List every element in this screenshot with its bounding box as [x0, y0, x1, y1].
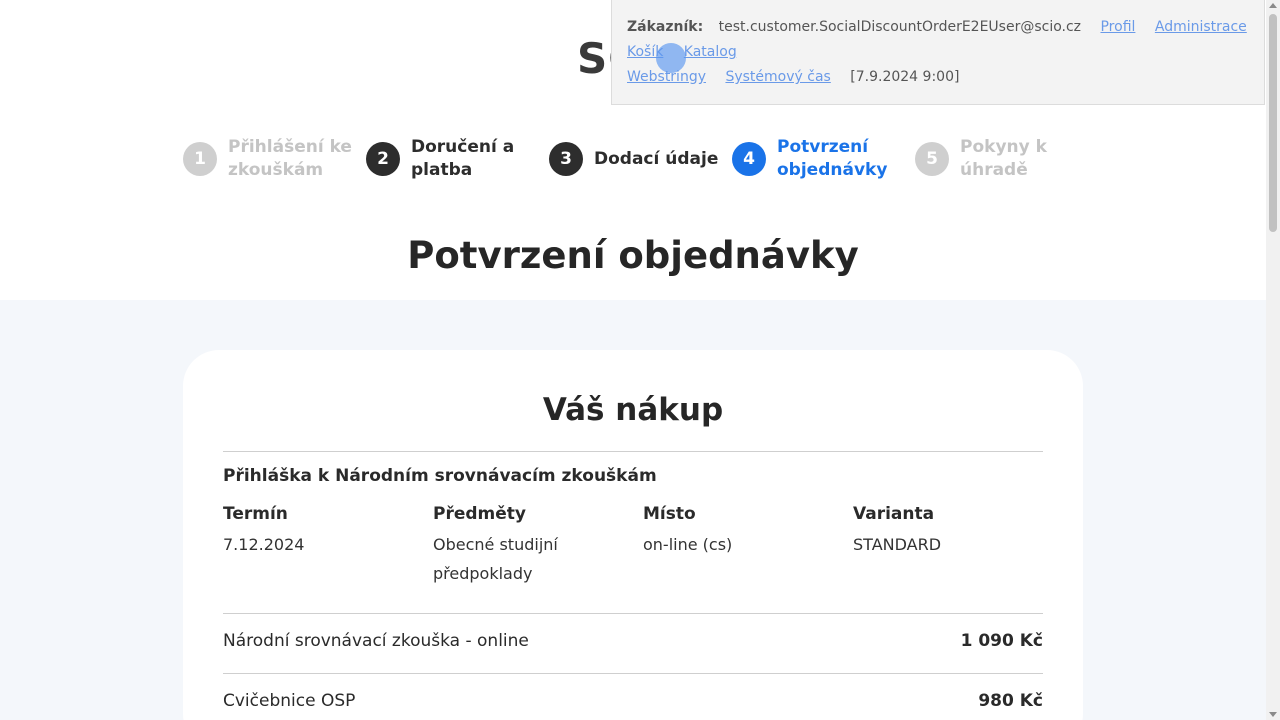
- column-header: Termín: [223, 504, 288, 524]
- line-item-price: 1 090 Kč: [960, 631, 1043, 651]
- step-3-label: Dodací údaje: [594, 148, 719, 169]
- column-header: Předměty: [433, 504, 526, 524]
- column-value: Obecné studijní předpoklady: [433, 535, 558, 583]
- system-time: [7.9.2024 9:00]: [850, 69, 960, 85]
- section-title: Přihláška k Národním srovnávacím zkoušká…: [223, 466, 657, 486]
- page-title: Potvrzení objednávky: [407, 234, 859, 277]
- column-value: 7.12.2024: [223, 535, 305, 554]
- line-item-name: Cvičebnice OSP: [223, 691, 356, 711]
- step-4: 4 Potvrzení objednávky: [732, 136, 907, 182]
- scroll-up-icon[interactable]: [1269, 3, 1277, 8]
- step-3[interactable]: 3 Dodací údaje: [549, 136, 724, 182]
- profil-link[interactable]: Profil: [1100, 19, 1135, 35]
- step-2[interactable]: 2 Doručení a platba: [366, 136, 541, 182]
- customer-label: Zákazník:: [627, 19, 704, 35]
- scrollbar-thumb[interactable]: [1269, 14, 1277, 232]
- step-4-number: 4: [732, 142, 766, 176]
- step-2-number: 2: [366, 142, 400, 176]
- katalog-link[interactable]: Katalog: [684, 44, 737, 60]
- step-4-label: Potvrzení objednávky: [777, 137, 888, 180]
- step-3-number: 3: [549, 142, 583, 176]
- step-1-label: Přihlášení ke zkouškám: [228, 137, 352, 180]
- step-5: 5 Pokyny k úhradě: [915, 136, 1090, 182]
- checkout-steps: 1 Přihlášení ke zkouškám 2 Doručení a pl…: [183, 136, 1083, 186]
- cursor-indicator: [656, 43, 686, 73]
- column-misto: Místo on-line (cs): [643, 504, 843, 559]
- step-1-number: 1: [183, 142, 217, 176]
- step-5-number: 5: [915, 142, 949, 176]
- divider: [223, 451, 1043, 452]
- page-scrollbar[interactable]: [1266, 0, 1280, 720]
- systemovy-cas-link[interactable]: Systémový čas: [725, 69, 830, 85]
- line-item-name: Národní srovnávací zkouška - online: [223, 631, 529, 651]
- column-header: Varianta: [853, 504, 935, 524]
- column-value: STANDARD: [853, 535, 942, 554]
- column-varianta: Varianta STANDARD: [853, 504, 1053, 559]
- debug-toolbar: Zákazník: test.customer.SocialDiscountOr…: [611, 0, 1265, 105]
- step-1: 1 Přihlášení ke zkouškám: [183, 136, 358, 182]
- scroll-down-icon[interactable]: [1269, 712, 1277, 717]
- step-2-label: Doručení a platba: [411, 137, 515, 180]
- divider: [223, 613, 1043, 614]
- column-header: Místo: [643, 504, 696, 524]
- administrace-link[interactable]: Administrace: [1155, 19, 1247, 35]
- divider: [223, 673, 1043, 674]
- column-value: on-line (cs): [643, 535, 733, 554]
- line-item: Národní srovnávací zkouška - online 1 09…: [223, 631, 1043, 651]
- purchase-card: Váš nákup Přihláška k Národním srovnávac…: [183, 350, 1083, 720]
- customer-row: Zákazník: test.customer.SocialDiscountOr…: [627, 19, 1247, 35]
- line-item: Cvičebnice OSP 980 Kč: [223, 691, 1043, 711]
- line-item-price: 980 Kč: [978, 691, 1043, 711]
- step-5-label: Pokyny k úhradě: [960, 137, 1047, 180]
- column-termin: Termín 7.12.2024: [223, 504, 423, 559]
- column-predmety: Předměty Obecné studijní předpoklady: [433, 504, 613, 588]
- card-title: Váš nákup: [542, 392, 724, 428]
- customer-email: test.customer.SocialDiscountOrderE2EUser…: [718, 19, 1082, 35]
